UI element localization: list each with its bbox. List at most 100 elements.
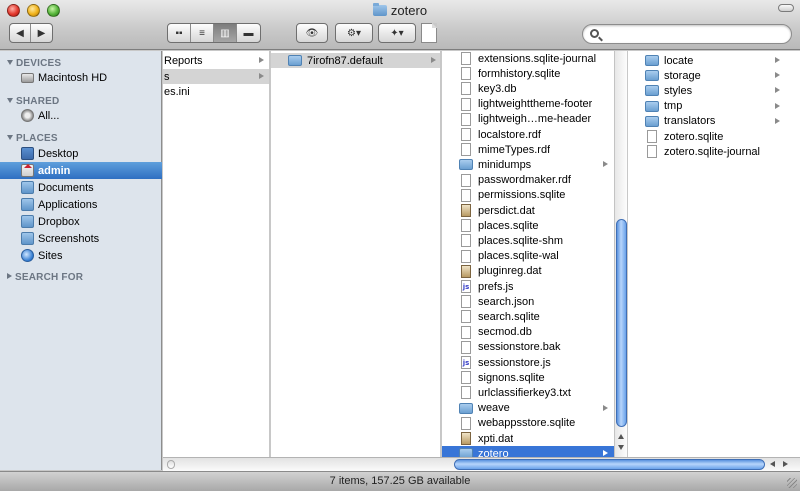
sidebar-item-dropbox[interactable]: Dropbox bbox=[0, 213, 162, 230]
file-icon bbox=[461, 82, 471, 96]
sidebar-item-desktop[interactable]: Desktop bbox=[0, 145, 162, 162]
dropbox-folder-icon bbox=[21, 215, 34, 228]
file-list-item[interactable]: pluginreg.dat bbox=[442, 264, 614, 279]
file-icon bbox=[461, 97, 471, 111]
dropbox-menu-button[interactable]: ✦▾ bbox=[379, 24, 415, 42]
file-list-item[interactable]: secmod.db bbox=[442, 325, 614, 340]
folder-icon bbox=[645, 70, 659, 82]
sidebar-item-all-shared[interactable]: All... bbox=[0, 107, 162, 124]
chevron-right-icon bbox=[775, 87, 780, 94]
icon-view-button[interactable]: ▪▪ bbox=[168, 24, 191, 42]
file-list-item[interactable]: mimeTypes.rdf bbox=[442, 142, 614, 157]
file-list-item[interactable]: urlclassifierkey3.txt bbox=[442, 385, 614, 400]
item-label: secmod.db bbox=[478, 326, 532, 339]
sidebar-item-documents[interactable]: Documents bbox=[0, 179, 162, 196]
sidebar-item-screenshots[interactable]: Screenshots bbox=[0, 230, 162, 247]
item-label: formhistory.sqlite bbox=[478, 67, 561, 80]
list-item[interactable]: 7irofn87.default bbox=[271, 53, 440, 68]
folder-list-item[interactable]: zotero bbox=[442, 446, 614, 457]
sidebar-item-sites[interactable]: Sites bbox=[0, 247, 162, 264]
file-list-item[interactable]: search.sqlite bbox=[442, 309, 614, 324]
file-list-item[interactable]: xpti.dat bbox=[442, 431, 614, 446]
scroll-right-arrow-icon[interactable] bbox=[783, 461, 788, 467]
document-proxy-icon[interactable] bbox=[421, 23, 437, 43]
list-view-button[interactable]: ≡ bbox=[191, 24, 214, 42]
file-icon bbox=[461, 143, 471, 157]
horizontal-scrollbar[interactable] bbox=[163, 457, 800, 471]
folder-list-item[interactable]: translators bbox=[628, 114, 800, 129]
cover-flow-button[interactable]: ▬ bbox=[237, 24, 260, 42]
file-list-item[interactable]: zotero.sqlite bbox=[628, 129, 800, 144]
file-list-item[interactable]: webappsstore.sqlite bbox=[442, 416, 614, 431]
resize-grip-icon[interactable] bbox=[787, 478, 797, 488]
file-list-item[interactable]: places.sqlite bbox=[442, 218, 614, 233]
sidebar-header-search-for[interactable]: SEARCH FOR bbox=[7, 272, 83, 283]
file-list-item[interactable]: passwordmaker.rdf bbox=[442, 173, 614, 188]
action-menu-button[interactable]: ⚙▾ bbox=[336, 24, 372, 42]
file-list-item[interactable]: js sessionstore.js bbox=[442, 355, 614, 370]
chevron-right-icon bbox=[775, 102, 780, 109]
file-list-item[interactable]: places.sqlite-wal bbox=[442, 249, 614, 264]
sidebar-header-devices[interactable]: DEVICES bbox=[7, 58, 61, 69]
toolbar-toggle-button[interactable] bbox=[778, 4, 794, 12]
column-view-button[interactable]: ▥ bbox=[214, 24, 237, 42]
sidebar-header-places[interactable]: PLACES bbox=[7, 133, 58, 144]
item-label: places.sqlite-wal bbox=[478, 250, 559, 263]
folder-list-item[interactable]: tmp bbox=[628, 99, 800, 114]
file-list-item[interactable]: formhistory.sqlite bbox=[442, 66, 614, 81]
forward-button[interactable]: ▶ bbox=[31, 24, 52, 42]
file-icon bbox=[461, 325, 471, 339]
list-item[interactable]: s bbox=[163, 69, 269, 84]
file-list-item[interactable]: permissions.sqlite bbox=[442, 188, 614, 203]
folder-icon bbox=[645, 115, 659, 127]
disclosure-right-icon bbox=[7, 273, 12, 279]
back-button[interactable]: ◀ bbox=[10, 24, 32, 42]
folder-icon bbox=[645, 55, 659, 66]
browser-column-2: 7irofn87.default bbox=[271, 51, 441, 457]
list-item[interactable]: Reports bbox=[163, 53, 269, 68]
desktop-icon bbox=[21, 147, 34, 160]
file-icon bbox=[461, 295, 471, 309]
scroll-up-arrow-icon[interactable] bbox=[618, 434, 624, 439]
disclosure-down-icon bbox=[7, 60, 13, 65]
file-list-item[interactable]: localstore.rdf bbox=[442, 127, 614, 142]
network-icon bbox=[21, 109, 34, 122]
chevron-right-icon bbox=[259, 73, 264, 79]
file-list-item[interactable]: persdict.dat bbox=[442, 203, 614, 218]
scrollbar-thumb[interactable] bbox=[454, 459, 765, 470]
file-list-item[interactable]: key3.db bbox=[442, 81, 614, 96]
file-list-item[interactable]: sessionstore.bak bbox=[442, 340, 614, 355]
sidebar-item-applications[interactable]: Applications bbox=[0, 196, 162, 213]
item-label: sessionstore.bak bbox=[478, 341, 561, 354]
file-list-item[interactable]: lightweighttheme-footer bbox=[442, 97, 614, 112]
folder-icon bbox=[459, 448, 473, 457]
quick-look-control: 👁 bbox=[296, 23, 328, 43]
file-list-item[interactable]: lightweigh…me-header bbox=[442, 112, 614, 127]
folder-list-item[interactable]: styles bbox=[628, 83, 800, 98]
quick-look-button[interactable]: 👁 bbox=[297, 24, 327, 42]
folder-list-item[interactable]: minidumps bbox=[442, 157, 614, 172]
scroll-left-arrow-icon[interactable] bbox=[770, 461, 775, 467]
documents-icon bbox=[21, 181, 34, 194]
chevron-right-icon bbox=[775, 117, 780, 124]
file-list-item[interactable]: search.json bbox=[442, 294, 614, 309]
scrollbar-thumb[interactable] bbox=[616, 219, 627, 427]
sidebar-header-shared[interactable]: SHARED bbox=[7, 96, 59, 107]
column-3-scrollbar[interactable] bbox=[614, 51, 627, 457]
folder-list-item[interactable]: locate bbox=[628, 53, 800, 68]
file-list-item[interactable]: js prefs.js bbox=[442, 279, 614, 294]
folder-list-item[interactable]: weave bbox=[442, 401, 614, 416]
file-list-item[interactable]: zotero.sqlite-journal bbox=[628, 144, 800, 159]
sidebar-item-admin[interactable]: admin bbox=[0, 162, 162, 179]
file-list-item[interactable]: extensions.sqlite-journal bbox=[442, 51, 614, 66]
folder-icon bbox=[372, 3, 387, 16]
search-input[interactable] bbox=[605, 27, 785, 41]
scroll-down-arrow-icon[interactable] bbox=[618, 445, 624, 450]
file-list-item[interactable]: places.sqlite-shm bbox=[442, 233, 614, 248]
item-label: urlclassifierkey3.txt bbox=[478, 386, 571, 399]
file-list-item[interactable]: signons.sqlite bbox=[442, 370, 614, 385]
disclosure-down-icon bbox=[7, 135, 13, 140]
sidebar-item-macintosh-hd[interactable]: Macintosh HD bbox=[0, 69, 162, 86]
folder-list-item[interactable]: storage bbox=[628, 68, 800, 83]
list-item[interactable]: es.ini bbox=[163, 84, 269, 99]
